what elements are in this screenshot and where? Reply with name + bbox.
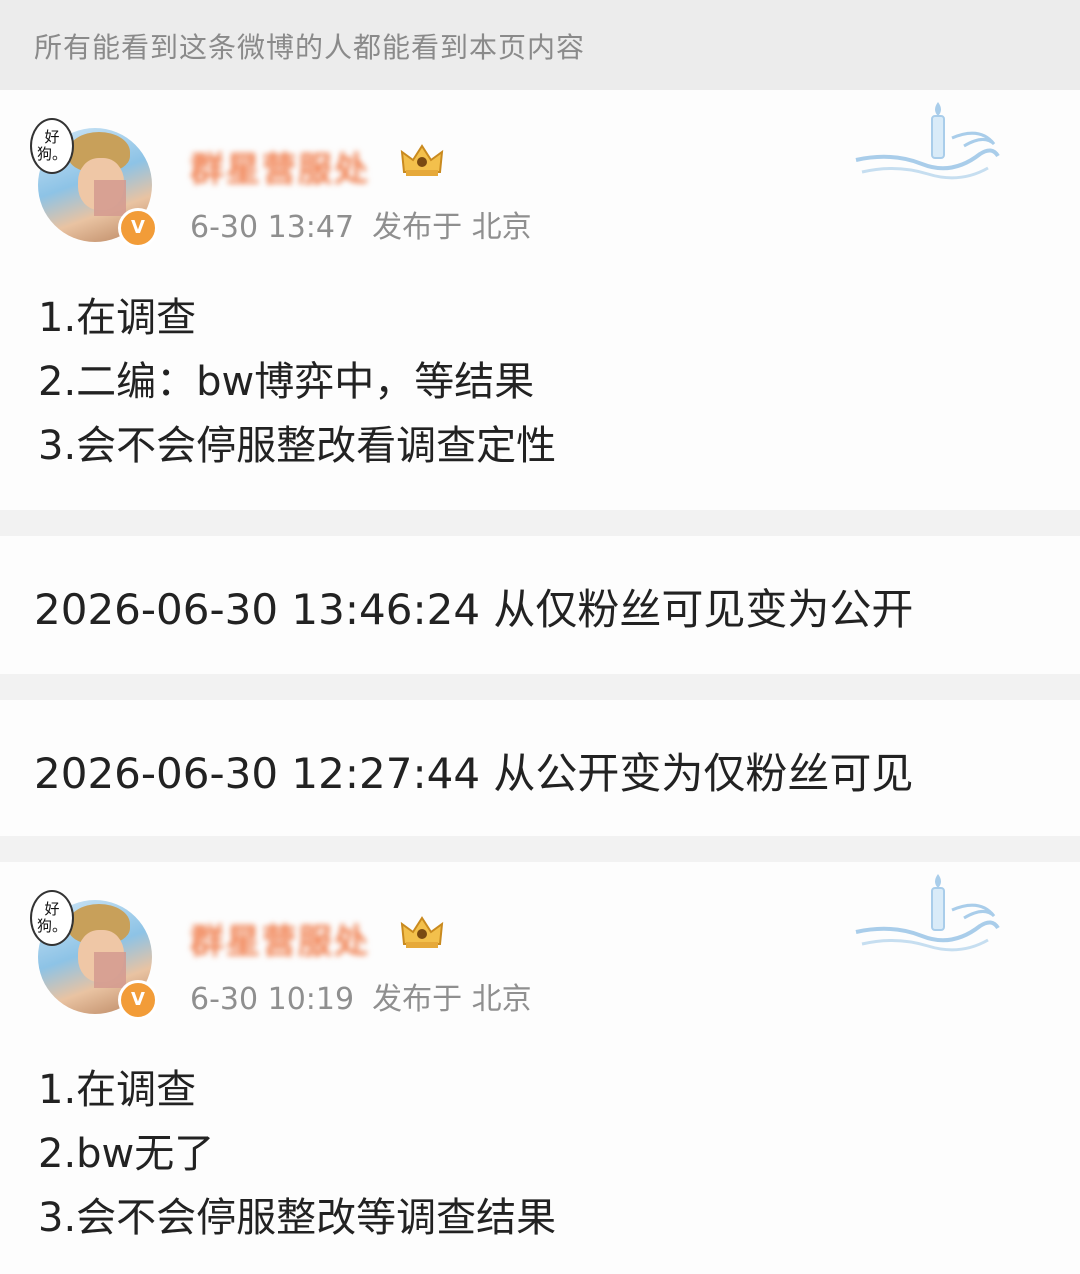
post-time: 6-30 13:47 — [190, 210, 355, 245]
post-line: 3.会不会停服整改等调查结果 — [38, 1195, 557, 1241]
username[interactable]: 群星营服处 — [190, 142, 370, 191]
post-location: 发布于 北京 — [372, 982, 532, 1017]
post-line: 2.二编：bw博弈中，等结果 — [38, 359, 535, 405]
post-line: 1.在调查 — [38, 1067, 197, 1113]
post-line: 2.bw无了 — [38, 1131, 215, 1177]
post-time: 6-30 10:19 — [190, 982, 355, 1017]
crown-icon — [400, 916, 444, 948]
candle-wave-icon — [855, 102, 1000, 180]
post-meta: 6-30 10:19 发布于 北京 — [190, 974, 532, 1018]
avatar-speech-bubble: 好狗。 — [30, 118, 74, 174]
log-entry-text: 2026-06-30 13:46:24 从仅粉丝可见变为公开 — [34, 585, 914, 634]
post-content: 1.在调查 2.bw无了 3.会不会停服整改等调查结果 — [38, 1058, 556, 1250]
avatar-speech-bubble: 好狗。 — [30, 890, 74, 946]
avatar-mosaic — [94, 952, 126, 988]
post-meta: 6-30 13:47 发布于 北京 — [190, 202, 532, 246]
post-card[interactable]: 好狗。 V 群星营服处 6-30 13:47 发布于 北京 1.在调查 2.二编：… — [0, 90, 1080, 510]
log-entry-text: 2026-06-30 12:27:44 从公开变为仅粉丝可见 — [34, 749, 914, 798]
post-card[interactable]: 好狗。 V 群星营服处 6-30 10:19 发布于 北京 1.在调查 2.bw无… — [0, 862, 1080, 1274]
verified-icon: V — [118, 980, 158, 1020]
candle-wave-icon — [855, 874, 1000, 952]
post-content: 1.在调查 2.二编：bw博弈中，等结果 3.会不会停服整改看调查定性 — [38, 286, 556, 478]
visibility-change-log: 2026-06-30 13:46:24 从仅粉丝可见变为公开 — [0, 536, 1080, 674]
username[interactable]: 群星营服处 — [190, 914, 370, 963]
crown-icon — [400, 144, 444, 176]
avatar-mosaic — [94, 180, 126, 216]
post-line: 1.在调查 — [38, 295, 197, 341]
post-location: 发布于 北京 — [372, 210, 532, 245]
post-line: 3.会不会停服整改看调查定性 — [38, 423, 557, 469]
visibility-notice-text: 所有能看到这条微博的人都能看到本页内容 — [34, 31, 586, 64]
visibility-notice-bar: 所有能看到这条微博的人都能看到本页内容 — [0, 0, 1080, 90]
visibility-change-log: 2026-06-30 12:27:44 从公开变为仅粉丝可见 — [0, 700, 1080, 836]
verified-icon: V — [118, 208, 158, 248]
